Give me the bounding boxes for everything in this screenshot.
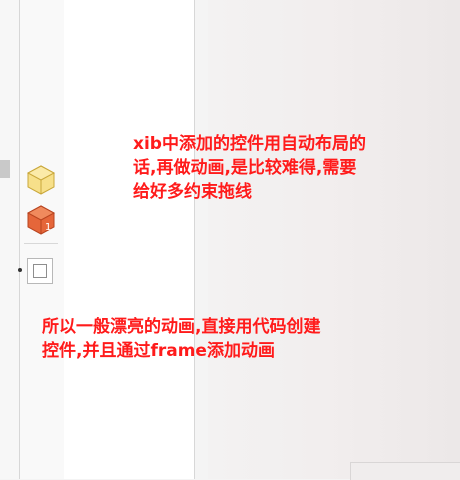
annotation-line: 控件,并且通过frame添加动画 [42,341,275,361]
view-square-icon[interactable] [27,258,53,284]
annotation-line: xib中添加的控件用自动布局的 [133,134,366,154]
object-library-palette: 1 [19,0,65,479]
svg-text:1: 1 [45,222,51,233]
storyboard-canvas[interactable] [208,0,460,479]
annotation-note-2: 所以一般漂亮的动画,直接用代码创建 控件,并且通过frame添加动画 [42,315,452,363]
annotation-line: 话,再做动画,是比较难得,需要 [133,158,357,178]
document-outline-panel [64,0,194,479]
palette-divider [24,243,58,244]
canvas-corner-panel [350,462,460,480]
annotation-line: 所以一般漂亮的动画,直接用代码创建 [42,317,321,337]
panel-divider [194,0,195,479]
annotation-line: 给好多约束拖线 [133,182,252,202]
left-gutter [0,0,19,479]
gutter-marker [0,160,10,178]
object-cube-icon[interactable] [26,164,56,196]
view-controller-cube-icon[interactable]: 1 [26,204,56,236]
selection-dot [18,268,22,272]
annotation-note-1: xib中添加的控件用自动布局的 话,再做动画,是比较难得,需要 给好多约束拖线 [133,132,458,204]
